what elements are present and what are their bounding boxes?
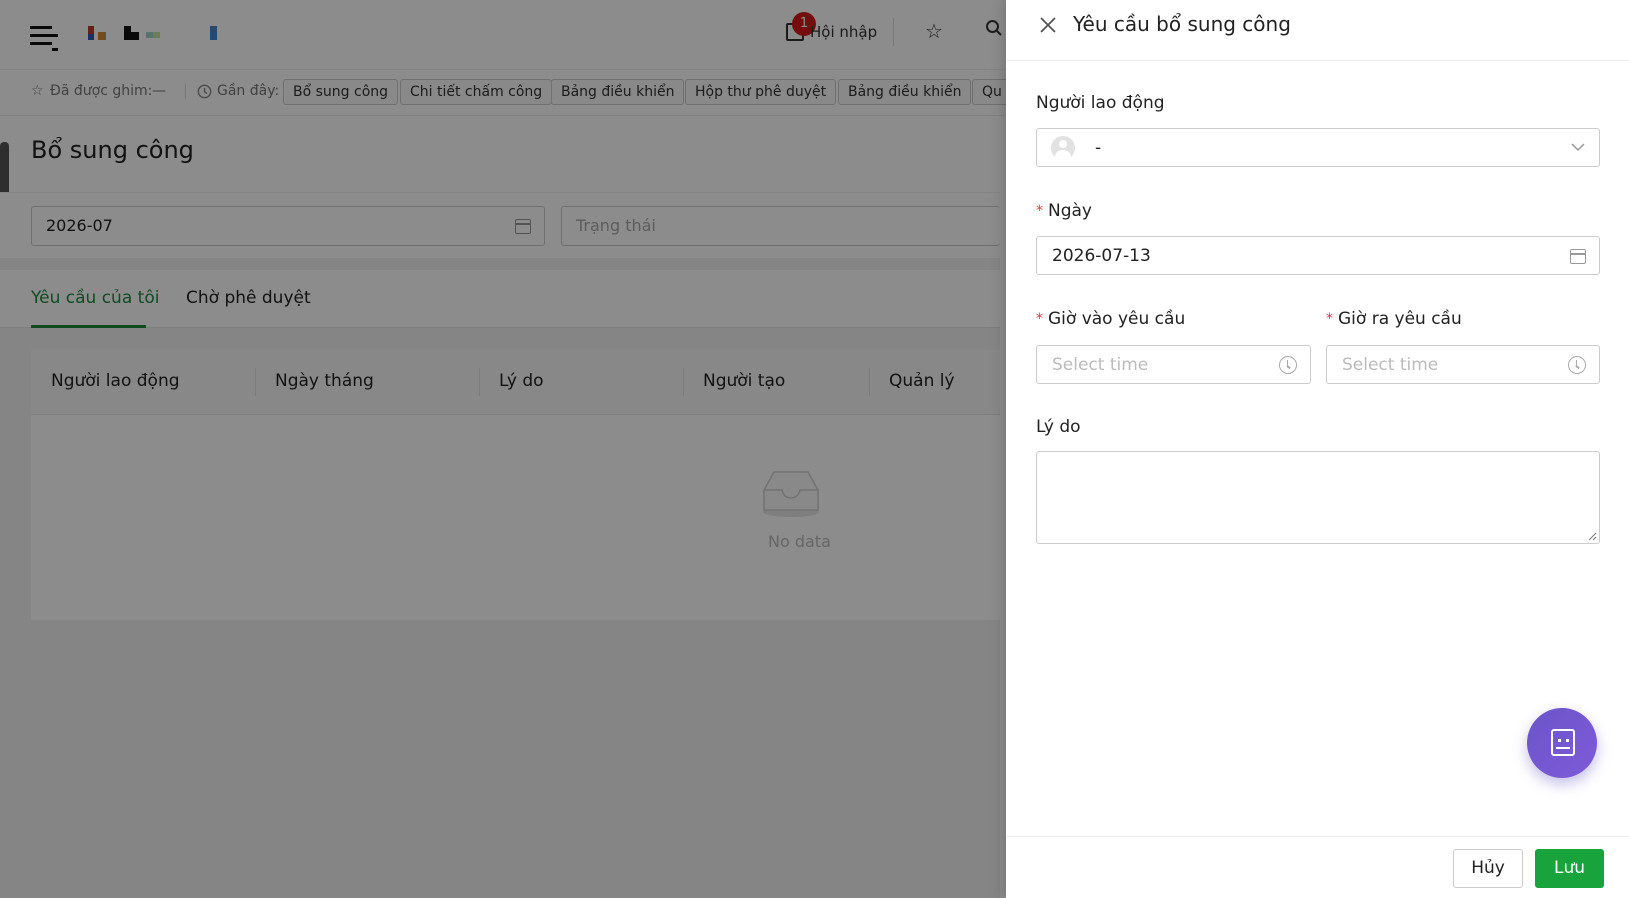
chevron-down-icon xyxy=(1571,143,1585,152)
time-in-input[interactable]: Select time xyxy=(1036,345,1311,384)
time-in-label-text: Giờ vào yêu cầu xyxy=(1048,309,1186,329)
drawer-footer: Hủy Lưu xyxy=(1006,836,1629,898)
drawer-title: Yêu cầu bổ sung công xyxy=(1073,12,1291,36)
time-out-label-text: Giờ ra yêu cầu xyxy=(1338,309,1462,329)
required-marker: * xyxy=(1326,311,1333,327)
time-out-input[interactable]: Select time xyxy=(1326,345,1600,384)
clock-icon xyxy=(1568,356,1586,374)
time-in-placeholder: Select time xyxy=(1052,355,1149,375)
time-in-label: * Giờ vào yêu cầu xyxy=(1036,309,1185,329)
date-label: * Ngày xyxy=(1036,201,1092,221)
required-marker: * xyxy=(1036,311,1043,327)
drawer-header: Yêu cầu bổ sung công xyxy=(1006,0,1629,61)
date-input[interactable]: 2026-07-13 xyxy=(1036,236,1600,275)
assistant-fab-button[interactable] xyxy=(1527,708,1597,778)
employee-label: Người lao động xyxy=(1036,93,1165,113)
date-value: 2026-07-13 xyxy=(1052,246,1151,266)
cancel-button[interactable]: Hủy xyxy=(1453,849,1523,888)
avatar xyxy=(1051,136,1075,160)
employee-select[interactable]: - xyxy=(1036,128,1600,167)
reason-textarea[interactable] xyxy=(1036,451,1600,544)
resize-handle-icon[interactable] xyxy=(1588,532,1597,541)
reason-label: Lý do xyxy=(1036,417,1081,437)
clock-icon xyxy=(1279,356,1297,374)
close-icon[interactable] xyxy=(1038,15,1058,35)
calendar-icon xyxy=(1570,249,1586,264)
chatbot-icon xyxy=(1551,729,1575,756)
date-label-text: Ngày xyxy=(1048,201,1092,221)
save-button[interactable]: Lưu xyxy=(1535,849,1604,888)
required-marker: * xyxy=(1036,203,1043,219)
time-out-placeholder: Select time xyxy=(1342,355,1439,375)
time-out-label: * Giờ ra yêu cầu xyxy=(1326,309,1462,329)
employee-value: - xyxy=(1095,138,1102,158)
